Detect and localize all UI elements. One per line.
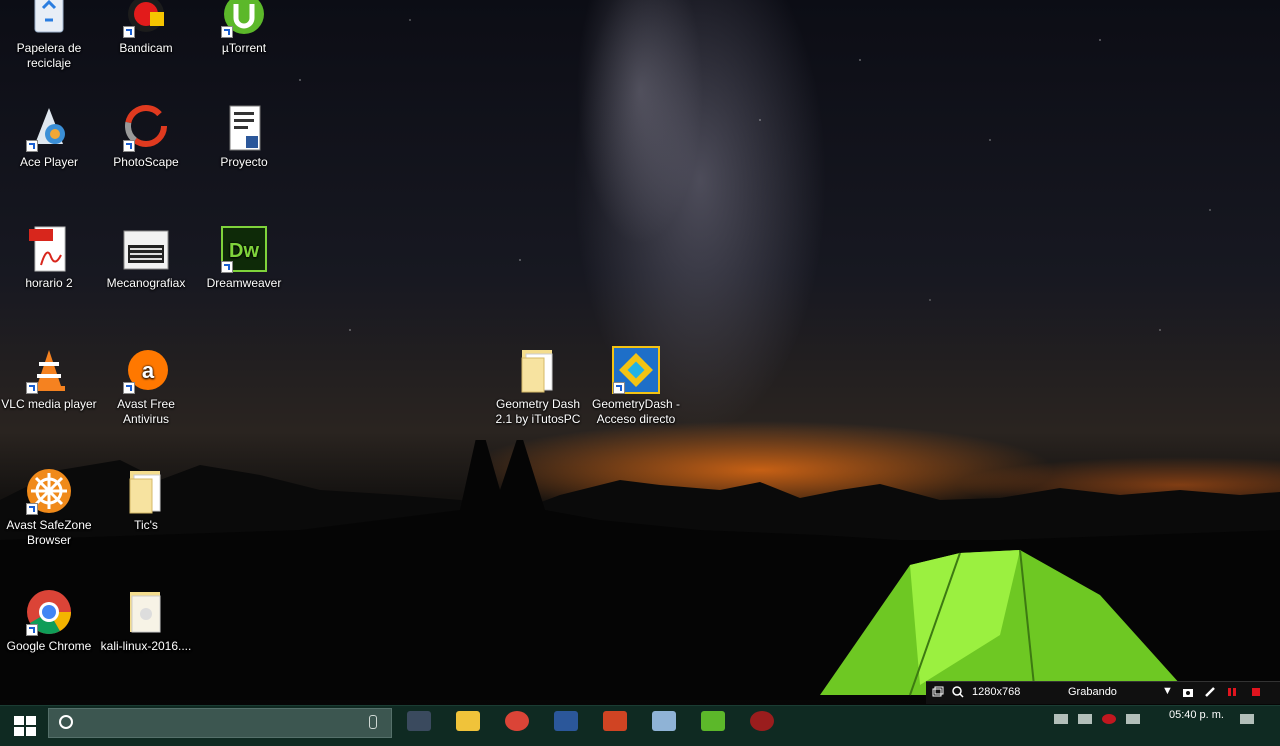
desktop-icon-recycle-bin[interactable]: Papelera de reciclaje <box>1 0 97 71</box>
icon-label: Mecanografiax <box>106 276 186 290</box>
ace-player-icon <box>25 104 73 152</box>
icon-label: Dreamweaver <box>206 276 282 290</box>
utorrent-icon <box>220 0 268 38</box>
recycle-bin-icon <box>25 0 73 38</box>
icon-label: Geometry Dash 2.1 by iTutosPC <box>495 397 581 426</box>
windows-start-icon[interactable] <box>14 716 36 736</box>
zoom-icon[interactable] <box>952 686 964 698</box>
desktop-icon-photoscape[interactable]: PhotoScape <box>98 104 194 170</box>
icon-label: Tic's <box>134 518 158 532</box>
folder-icon <box>514 346 562 394</box>
icon-label: Google Chrome <box>6 639 92 653</box>
keyboard-icon <box>122 225 170 273</box>
stop-icon[interactable] <box>1250 686 1262 698</box>
utorrent-icon[interactable] <box>701 711 725 731</box>
taskbar-search-box[interactable] <box>48 708 392 738</box>
bandicam-icon <box>122 0 170 38</box>
icon-label: Avast Free Antivirus <box>117 397 175 426</box>
powerpoint-icon[interactable] <box>603 711 627 731</box>
recording-status: Grabando <box>1068 686 1117 698</box>
window-mode-icon[interactable] <box>932 686 944 698</box>
desktop-icon-bandicam[interactable]: Bandicam <box>98 0 194 56</box>
desktop-icon-kali-linux[interactable]: kali-linux-2016.... <box>98 588 194 654</box>
notepad-icon[interactable] <box>652 711 676 731</box>
icon-label: kali-linux-2016.... <box>100 639 192 653</box>
notifications-icon[interactable] <box>1240 714 1254 724</box>
avast-icon: a <box>122 346 170 394</box>
bandicam-icon[interactable] <box>750 711 774 731</box>
pause-icon[interactable] <box>1226 686 1238 698</box>
microphone-icon[interactable] <box>369 715 377 729</box>
dreamweaver-icon: Dw <box>220 225 268 273</box>
svg-text:a: a <box>142 358 155 383</box>
volume-icon[interactable] <box>1078 714 1092 724</box>
icon-label: VLC media player <box>1 397 97 411</box>
file-explorer-icon[interactable] <box>456 711 480 731</box>
camera-icon[interactable] <box>1182 686 1194 698</box>
desktop-icon-geometry-dash-folder[interactable]: Geometry Dash 2.1 by iTutosPC <box>490 346 586 427</box>
chrome-icon[interactable] <box>505 711 529 731</box>
icon-label: Papelera de reciclaje <box>16 41 82 70</box>
recording-resolution: 1280x768 <box>972 686 1021 698</box>
icon-label: µTorrent <box>221 41 267 55</box>
icon-label: Proyecto <box>220 155 268 169</box>
icon-label: Avast SafeZone Browser <box>6 518 92 547</box>
taskbar: 05:40 p. m. <box>0 705 1280 746</box>
chevron-down-icon[interactable]: ▼ <box>1162 685 1173 697</box>
taskbar-clock[interactable]: 05:40 p. m. <box>1154 709 1224 721</box>
photoscape-icon <box>122 104 170 152</box>
folder-icon <box>122 467 170 515</box>
icon-label: GeometryDash - Acceso directo <box>591 397 681 426</box>
language-icon[interactable] <box>1126 714 1140 724</box>
recording-tray-icon[interactable] <box>1102 714 1116 724</box>
desktop-icon-utorrent[interactable]: µTorrent <box>196 0 292 56</box>
pdf-icon <box>25 225 73 273</box>
icon-label: horario 2 <box>25 276 73 290</box>
word-document-icon <box>220 104 268 152</box>
store-icon[interactable] <box>407 711 431 731</box>
network-icon[interactable] <box>1054 714 1068 724</box>
geometry-dash-icon <box>612 346 660 394</box>
svg-text:Dw: Dw <box>229 240 259 262</box>
desktop-icon-tics[interactable]: Tic's <box>98 467 194 533</box>
desktop-icon-avast[interactable]: a Avast Free Antivirus <box>98 346 194 427</box>
file-icon <box>122 588 170 636</box>
desktop-icon-avast-safezone[interactable]: Avast SafeZone Browser <box>1 467 97 548</box>
icon-label: PhotoScape <box>113 155 179 169</box>
cortana-icon <box>59 715 73 729</box>
desktop-icon-proyecto[interactable]: Proyecto <box>196 104 292 170</box>
chrome-icon <box>25 588 73 636</box>
desktop-icon-horario-2[interactable]: horario 2 <box>1 225 97 291</box>
safezone-browser-icon <box>25 467 73 515</box>
icon-label: Ace Player <box>19 155 79 169</box>
pencil-icon[interactable] <box>1204 686 1216 698</box>
desktop-icon-ace-player[interactable]: Ace Player <box>1 104 97 170</box>
desktop-icon-google-chrome[interactable]: Google Chrome <box>1 588 97 654</box>
desktop-icon-dreamweaver[interactable]: Dw Dreamweaver <box>196 225 292 291</box>
icon-label: Bandicam <box>119 41 173 55</box>
desktop-icon-vlc[interactable]: VLC media player <box>1 346 97 412</box>
vlc-icon <box>25 346 73 394</box>
recording-toolbar: 1280x768 Grabando ▼ <box>926 681 1280 704</box>
desktop-icon-mecanografiax[interactable]: Mecanografiax <box>98 225 194 291</box>
word-icon[interactable] <box>554 711 578 731</box>
desktop-icon-geometry-dash-shortcut[interactable]: GeometryDash - Acceso directo <box>588 346 684 427</box>
